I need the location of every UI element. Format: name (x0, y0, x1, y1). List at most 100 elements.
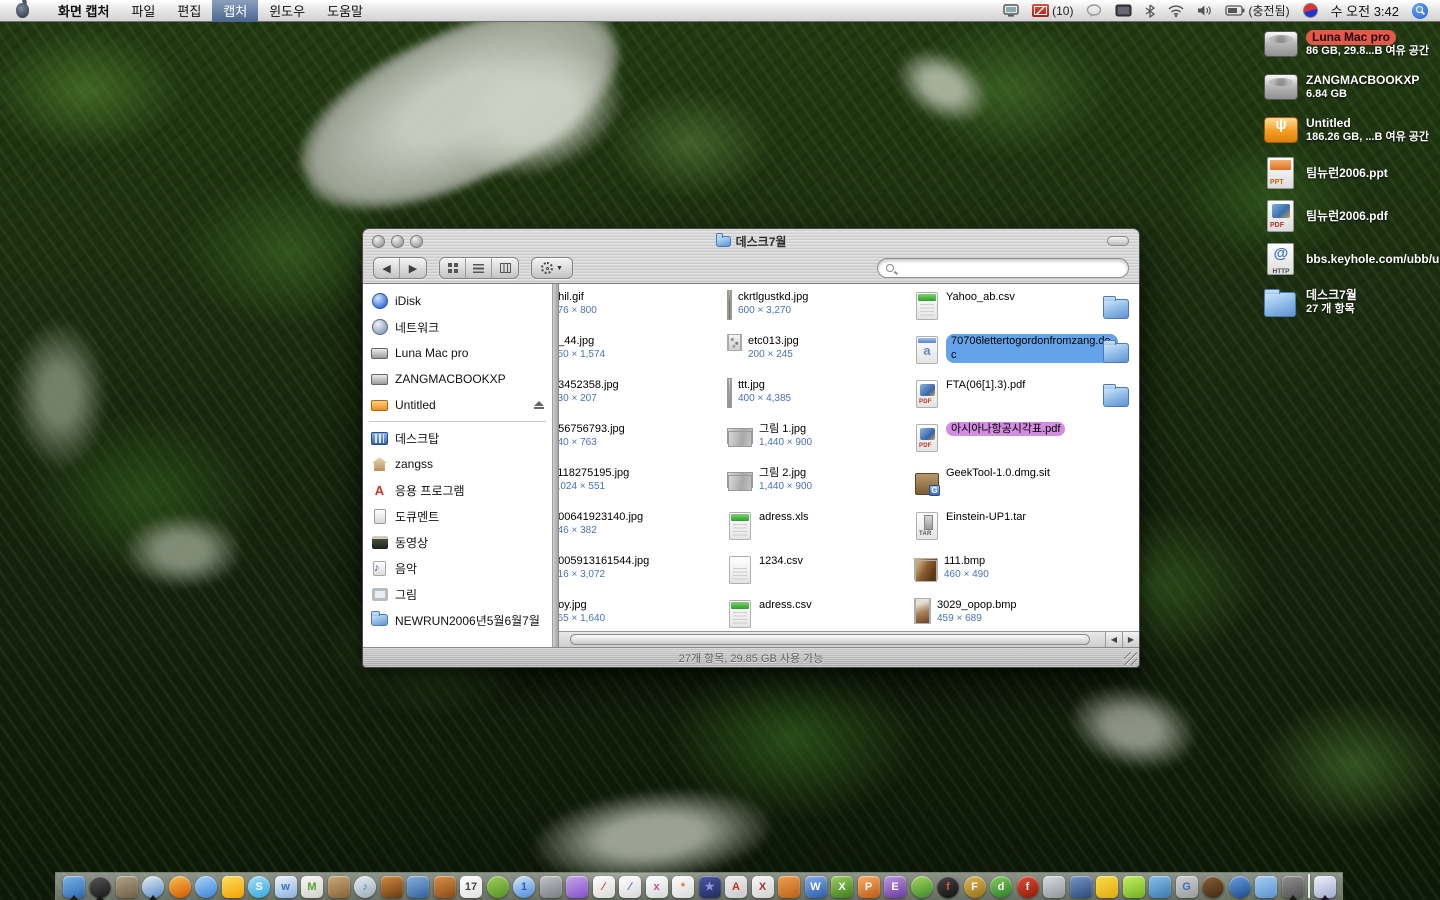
file-item[interactable]: GGeekTool-1.0.dmg.sit (914, 466, 1050, 498)
minimize-button[interactable] (391, 235, 404, 248)
file-grid[interactable]: phil.gif676 × 8001_44.jpg550 × 1,5742345… (559, 284, 1139, 631)
dock-powerpoint-icon[interactable]: P (857, 873, 880, 898)
dock-flask-icon[interactable] (1122, 873, 1145, 898)
dock-yahoo-messenger-icon[interactable] (221, 873, 244, 898)
file-item[interactable]: 그림 2.jpg1,440 × 900 (727, 466, 812, 494)
desktop-item-webloc[interactable]: @HTTPbbs.keyhole.com/ubb/ubbthreads.php/… (1264, 242, 1432, 276)
dock-doc-butterfly-icon[interactable]: x (645, 873, 668, 898)
sidebar-item-Untitled[interactable]: Untitled (363, 392, 552, 418)
search-field[interactable] (877, 258, 1129, 278)
dock-machard-icon[interactable]: M (301, 873, 324, 898)
menu-window[interactable]: 윈도우 (258, 0, 316, 22)
dock-itunes-icon[interactable]: ♪ (354, 873, 377, 898)
dock-google-earth-icon[interactable] (1228, 873, 1251, 898)
sidebar-item-iDisk[interactable]: iDisk (363, 288, 552, 314)
desktop-item-pdf[interactable]: PDF팀뉴런2006.pdf (1264, 199, 1432, 233)
sidebar-item-데스크탑[interactable]: 데스크탑 (363, 425, 552, 451)
sidebar-item-그림[interactable]: 그림 (363, 581, 552, 607)
toolbar-toggle-button[interactable] (1107, 236, 1129, 246)
file-item[interactable]: 그림 1.jpg1,440 × 900 (727, 422, 812, 450)
desktop-item-usb[interactable]: Untitled186.26 GB, ...B 여유 공간 (1264, 113, 1432, 147)
scroll-right-button[interactable]: ▶ (1122, 632, 1139, 647)
dock-dreamweaver-icon[interactable]: d (990, 873, 1013, 898)
horizontal-scrollbar[interactable]: ◀ ▶ (559, 631, 1139, 647)
sidebar-item-동영상[interactable]: 동영상 (363, 529, 552, 555)
dock-office-x-icon[interactable]: X (751, 873, 774, 898)
menu-bar-clock[interactable]: 수 오전 3:42 (1331, 1, 1399, 20)
dock-notebook-icon[interactable] (327, 873, 350, 898)
file-item[interactable]: adress.xls (727, 510, 809, 542)
dock-star-app-icon[interactable]: ★ (698, 873, 721, 898)
file-item[interactable]: phil.gif676 × 800 (559, 290, 597, 318)
dock-photo-frame-icon[interactable] (1281, 873, 1304, 898)
file-item-clipped[interactable] (1103, 290, 1129, 322)
file-item[interactable]: 1234.csv (727, 554, 803, 586)
dock-dashboard-icon[interactable] (89, 873, 112, 898)
scroll-left-button[interactable]: ◀ (1105, 632, 1122, 647)
dock-ical-icon[interactable]: 17 (460, 873, 483, 898)
file-item[interactable]: TAREinstein-UP1.tar (914, 510, 1026, 542)
zoom-button[interactable] (410, 235, 423, 248)
file-item[interactable]: etc013.jpg200 × 245 (727, 334, 799, 362)
list-view-button[interactable] (466, 258, 492, 278)
dock-flash-icon[interactable]: f (937, 873, 960, 898)
dock-freehand-icon[interactable]: F (963, 873, 986, 898)
dock-projector-icon[interactable] (539, 873, 562, 898)
sidebar-item-Luna Mac pro[interactable]: Luna Mac pro (363, 340, 552, 366)
ichat-icon[interactable] (1086, 0, 1102, 21)
dock-acrobat-reader-icon[interactable]: A (725, 873, 748, 898)
desktop-item-ppt[interactable]: PPT팀뉴런2006.ppt (1264, 156, 1432, 190)
window-titlebar[interactable]: 데스크7월 (363, 229, 1139, 253)
apple-menu-icon[interactable] (16, 3, 29, 18)
dock-toaster-icon[interactable] (1043, 873, 1066, 898)
file-item[interactable]: a70706lettertogordonfromzang.doc (914, 334, 1118, 366)
desktop-item-hd[interactable]: ZANGMACBOOKXP6.84 GB (1264, 70, 1432, 104)
korean-input-icon[interactable] (1303, 0, 1318, 21)
file-item[interactable]: 1_44.jpg550 × 1,574 (559, 334, 605, 362)
menu-file[interactable]: 파일 (120, 0, 166, 22)
menu-edit[interactable]: 편집 (166, 0, 212, 22)
file-item[interactable]: ttt.jpg400 × 4,385 (727, 378, 791, 408)
dock-iphoto-icon[interactable] (1313, 873, 1336, 898)
file-item-clipped[interactable] (1103, 334, 1129, 366)
menu-help[interactable]: 도움말 (316, 0, 374, 22)
dock-writeboard-icon[interactable]: w (274, 873, 297, 898)
file-item[interactable]: Yahoo_ab.csv (914, 290, 1015, 322)
desktop-item-hd[interactable]: Luna Mac pro86 GB, 29.8...B 여유 공간 (1264, 27, 1432, 61)
file-item[interactable]: 3029_opop.bmp459 × 689 (914, 598, 1017, 626)
close-button[interactable] (372, 235, 385, 248)
sidebar-item-응용 프로그램[interactable]: A응용 프로그램 (363, 477, 552, 503)
dock-imovie-icon[interactable] (407, 873, 430, 898)
sidebar-item-도큐멘트[interactable]: 도큐멘트 (363, 503, 552, 529)
file-item[interactable]: 1118275195.jpg1,024 × 551 (559, 466, 629, 494)
file-item[interactable]: PDF아시아나항공시각표.pdf (914, 422, 1065, 454)
dock-skype-icon[interactable]: S (248, 873, 271, 898)
dock-doc-flower-icon[interactable]: * (672, 873, 695, 898)
dock-firefox-icon[interactable] (168, 873, 191, 898)
wifi-icon[interactable] (1168, 0, 1184, 21)
desktop-item-folder[interactable]: 데스크7월27 개 항목 (1264, 285, 1432, 319)
dock-excel-icon[interactable]: X (831, 873, 854, 898)
file-item[interactable]: boy.jpg365 × 1,640 (559, 598, 605, 626)
dock-installer-box-icon[interactable]: G (1175, 873, 1198, 898)
dock-binoculars-icon[interactable] (1069, 873, 1092, 898)
file-item[interactable]: ckrtlgustkd.jpg600 × 3,270 (727, 290, 808, 320)
search-input[interactable] (899, 262, 1120, 274)
dock-photo-album-icon[interactable] (380, 873, 403, 898)
dock-wmv-player-icon[interactable] (486, 873, 509, 898)
sidebar-item-NEWRUN2006년5월6월7월[interactable]: NEWRUN2006년5월6월7월 (363, 607, 552, 633)
back-button[interactable]: ◀ (374, 258, 400, 278)
menu-app[interactable]: 화면 캡처 (47, 0, 120, 22)
dock-flip4mac-icon[interactable]: 1 (513, 873, 536, 898)
dock-purple-pen-icon[interactable] (566, 873, 589, 898)
sidebar-item-음악[interactable]: ♪음악 (363, 555, 552, 581)
sidebar-item-zangss[interactable]: zangss (363, 451, 552, 477)
dock-flash-player-icon[interactable]: f (1016, 873, 1039, 898)
spotlight-icon[interactable] (1412, 0, 1428, 21)
dock-garageband-icon[interactable] (433, 873, 456, 898)
dock-msn-messenger-icon[interactable] (910, 873, 933, 898)
volume-icon[interactable] (1197, 0, 1212, 21)
bluetooth-icon[interactable] (1145, 0, 1155, 21)
forward-button[interactable]: ▶ (400, 258, 426, 278)
dock-snail-icon[interactable] (778, 873, 801, 898)
